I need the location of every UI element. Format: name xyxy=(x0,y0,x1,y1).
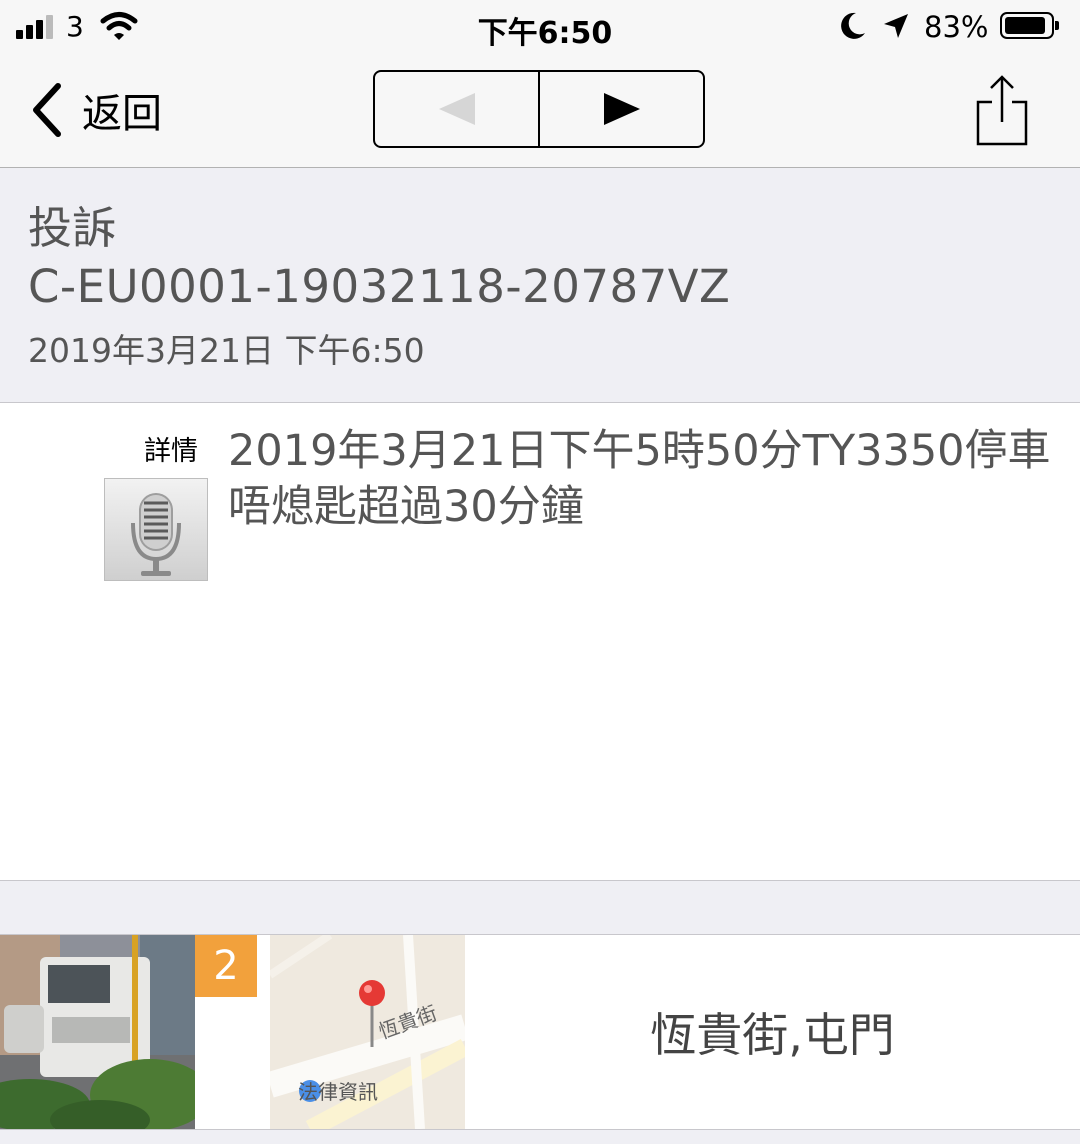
previous-button[interactable] xyxy=(375,72,538,146)
battery-icon xyxy=(1000,12,1059,39)
photo-thumbnail[interactable] xyxy=(0,935,195,1129)
back-button-label: 返回 xyxy=(82,91,162,137)
detail-section: 詳情 2019年3月21日下午5時50分TY3350停車唔熄匙超過30分鐘 xyxy=(0,403,1080,881)
microphone-icon xyxy=(131,493,181,576)
record-date: 2019年3月21日 下午6:50 xyxy=(28,331,425,370)
prev-next-segmented-control xyxy=(373,70,705,148)
triangle-right-icon xyxy=(603,93,640,125)
detail-text: 2019年3月21日下午5時50分TY3350停車唔熄匙超過30分鐘 xyxy=(228,426,1051,532)
location-arrow-icon xyxy=(884,14,908,38)
map-thumbnail[interactable]: 恆貴街 法律資訊 xyxy=(270,935,465,1129)
record-header: 投訴 C-EU0001-19032118-20787VZ 2019年3月21日 … xyxy=(0,168,1080,403)
navigation-bar: 返回 xyxy=(0,56,1080,168)
moon-icon xyxy=(841,12,865,39)
triangle-left-icon xyxy=(438,93,475,125)
back-button[interactable]: 返回 xyxy=(30,80,162,140)
next-button[interactable] xyxy=(538,72,703,146)
location-row[interactable]: 2 恆貴街 法律資訊 恆貴街,屯門 xyxy=(0,934,1080,1130)
chevron-left-icon xyxy=(33,83,61,137)
detail-label: 詳情 xyxy=(144,436,198,467)
battery-percentage: 83% xyxy=(924,10,989,44)
map-pin-icon xyxy=(359,980,385,1006)
photo-count-badge: 2 xyxy=(195,935,257,997)
location-address: 恆貴街,屯門 xyxy=(650,1008,895,1062)
status-time: 下午6:50 xyxy=(477,16,613,51)
status-bar: 3 下午6:50 83% xyxy=(0,0,1080,56)
share-icon[interactable] xyxy=(974,74,1030,148)
record-code: C-EU0001-19032118-20787VZ xyxy=(28,260,731,313)
record-type: 投訴 xyxy=(28,203,116,254)
voice-recording-button[interactable] xyxy=(104,478,208,581)
map-watermark-label: 法律資訊 xyxy=(298,1080,378,1104)
